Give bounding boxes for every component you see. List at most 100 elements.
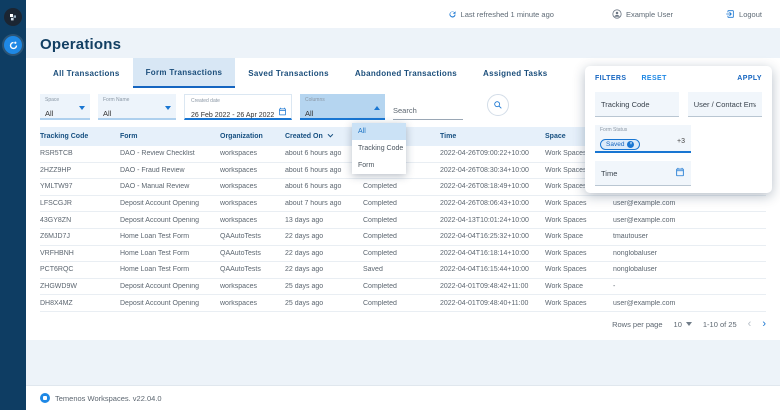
filter-bar: Space All Form Name All Created date 26 … [40,94,509,120]
page-title: Operations [40,36,121,53]
user-email-input[interactable] [694,100,756,109]
table-cell: YMLTW97 [40,183,120,190]
table-row[interactable]: DH8X4MZDeposit Account Openingworkspaces… [40,295,766,312]
table-cell: 25 days ago [285,300,363,307]
table-row[interactable]: Z6MJD7JHome Loan Test FormQAAutoTests22 … [40,229,766,246]
chevron-down-icon [79,106,85,110]
col-header-organization[interactable]: Organization [220,133,285,140]
apply-button[interactable]: APPLY [737,75,762,82]
table-cell: user@example.com [613,217,766,224]
table-cell: Z6MJD7J [40,233,120,240]
columns-filter-dropdown[interactable]: Columns All [300,94,385,120]
table-cell: VRFHBNH [40,250,120,257]
table-cell: Work Spaces [545,300,613,307]
table-cell: 2022-04-01T09:48:40+11:00 [440,300,545,307]
calendar-icon[interactable] [675,167,685,179]
table-cell: DH8X4MZ [40,300,120,307]
table-cell: Home Loan Test Form [120,266,220,273]
table-cell: workspaces [220,283,285,290]
user-menu[interactable]: Example User [612,9,673,19]
table-cell: Completed [363,300,440,307]
columns-menu-item[interactable]: All [352,123,406,140]
table-cell: DAO - Manual Review [120,183,220,190]
calendar-icon[interactable] [278,103,287,121]
time-field[interactable]: Time [595,161,691,186]
table-row[interactable]: ZHGWD9WDeposit Account Openingworkspaces… [40,279,766,296]
page-range: 1-10 of 25 [703,320,737,329]
rows-per-page-select[interactable]: 10 [674,320,692,329]
table-cell: PCT6RQC [40,266,120,273]
table-cell: 25 days ago [285,283,363,290]
table-cell: Work Spaces [545,217,613,224]
tab-abandoned-transactions[interactable]: Abandoned Transactions [342,58,470,88]
user-icon [612,9,622,19]
table-cell: 22 days ago [285,233,363,240]
reset-button[interactable]: RESET [641,75,666,82]
tab-form-transactions[interactable]: Form Transactions [133,58,236,88]
table-cell: Home Loan Test Form [120,250,220,257]
user-email-field [688,92,762,117]
table-cell: QAAutoTests [220,233,285,240]
table-cell: Work Space [545,233,613,240]
table-cell: DAO - Fraud Review [120,167,220,174]
space-filter-dropdown[interactable]: Space All [40,94,90,120]
status-chip-saved[interactable]: Saved × [600,139,640,150]
table-cell: user@example.com [613,300,766,307]
created-date-filter[interactable]: Created date 26 Feb 2022 - 26 Apr 2022 [184,94,292,120]
logout-button[interactable]: Logout [725,9,762,19]
space-filter-label: Space [45,97,76,103]
table-cell: Deposit Account Opening [120,300,220,307]
previous-page-button[interactable]: ‹ [748,318,752,330]
tab-all-transactions[interactable]: All Transactions [40,58,133,88]
table-cell: 2022-04-26T08:06:43+10:00 [440,200,545,207]
table-row[interactable]: 43GY8ZNDeposit Account Openingworkspaces… [40,212,766,229]
form-name-filter-dropdown[interactable]: Form Name All [98,94,176,120]
search-input[interactable] [393,106,463,119]
table-row[interactable]: LFSCGJRDeposit Account Openingworkspaces… [40,196,766,213]
app-sidebar [0,0,26,410]
table-cell: 13 days ago [285,217,363,224]
search-button[interactable] [487,94,509,116]
operations-nav-icon[interactable] [4,36,22,54]
table-cell: 22 days ago [285,266,363,273]
next-page-button[interactable]: › [762,318,766,330]
table-row[interactable]: PCT6RQCHome Loan Test FormQAAutoTests22 … [40,262,766,279]
tab-saved-transactions[interactable]: Saved Transactions [235,58,342,88]
columns-menu-item[interactable]: Tracking Code [352,140,406,157]
table-cell: workspaces [220,150,285,157]
table-cell: Work Spaces [545,200,613,207]
table-cell: Saved [363,266,440,273]
form-status-field[interactable]: Form Status Saved × +3 [595,125,691,153]
tab-assigned-tasks[interactable]: Assigned Tasks [470,58,561,88]
filters-title: FILTERS [595,75,626,82]
chip-remove-icon[interactable]: × [627,141,634,148]
table-cell: 22 days ago [285,250,363,257]
user-label: Example User [626,10,673,19]
table-cell: about 7 hours ago [285,200,363,207]
col-header-tracking-code[interactable]: Tracking Code [40,133,120,140]
table-cell: user@example.com [613,200,766,207]
col-header-form[interactable]: Form [120,133,220,140]
temenos-logo-icon[interactable] [4,8,22,26]
table-cell: Completed [363,233,440,240]
app-footer: Temenos Workspaces. v22.04.0 [26,385,780,410]
table-cell: ZHGWD9W [40,283,120,290]
refresh-button[interactable]: Last refreshed 1 minute ago [448,10,554,19]
table-cell: QAAutoTests [220,250,285,257]
col-header-time[interactable]: Time [440,133,545,140]
table-cell: Work Spaces [545,250,613,257]
table-cell: Completed [363,183,440,190]
table-cell: Completed [363,283,440,290]
table-cell: 2022-04-13T10:01:24+10:00 [440,217,545,224]
columns-filter-value: All [305,109,313,118]
rows-per-page-label: Rows per page [612,320,662,329]
columns-menu-item[interactable]: Form [352,157,406,174]
table-row[interactable]: VRFHBNHHome Loan Test FormQAAutoTests22 … [40,246,766,263]
chevron-down-icon [165,106,171,110]
tracking-code-input[interactable] [601,100,673,109]
footer-version-text: Temenos Workspaces. v22.04.0 [55,394,162,403]
table-cell: 2022-04-04T16:18:14+10:00 [440,250,545,257]
table-cell: RSR5TCB [40,150,120,157]
table-cell: workspaces [220,300,285,307]
table-cell: 2022-04-26T08:30:34+10:00 [440,167,545,174]
